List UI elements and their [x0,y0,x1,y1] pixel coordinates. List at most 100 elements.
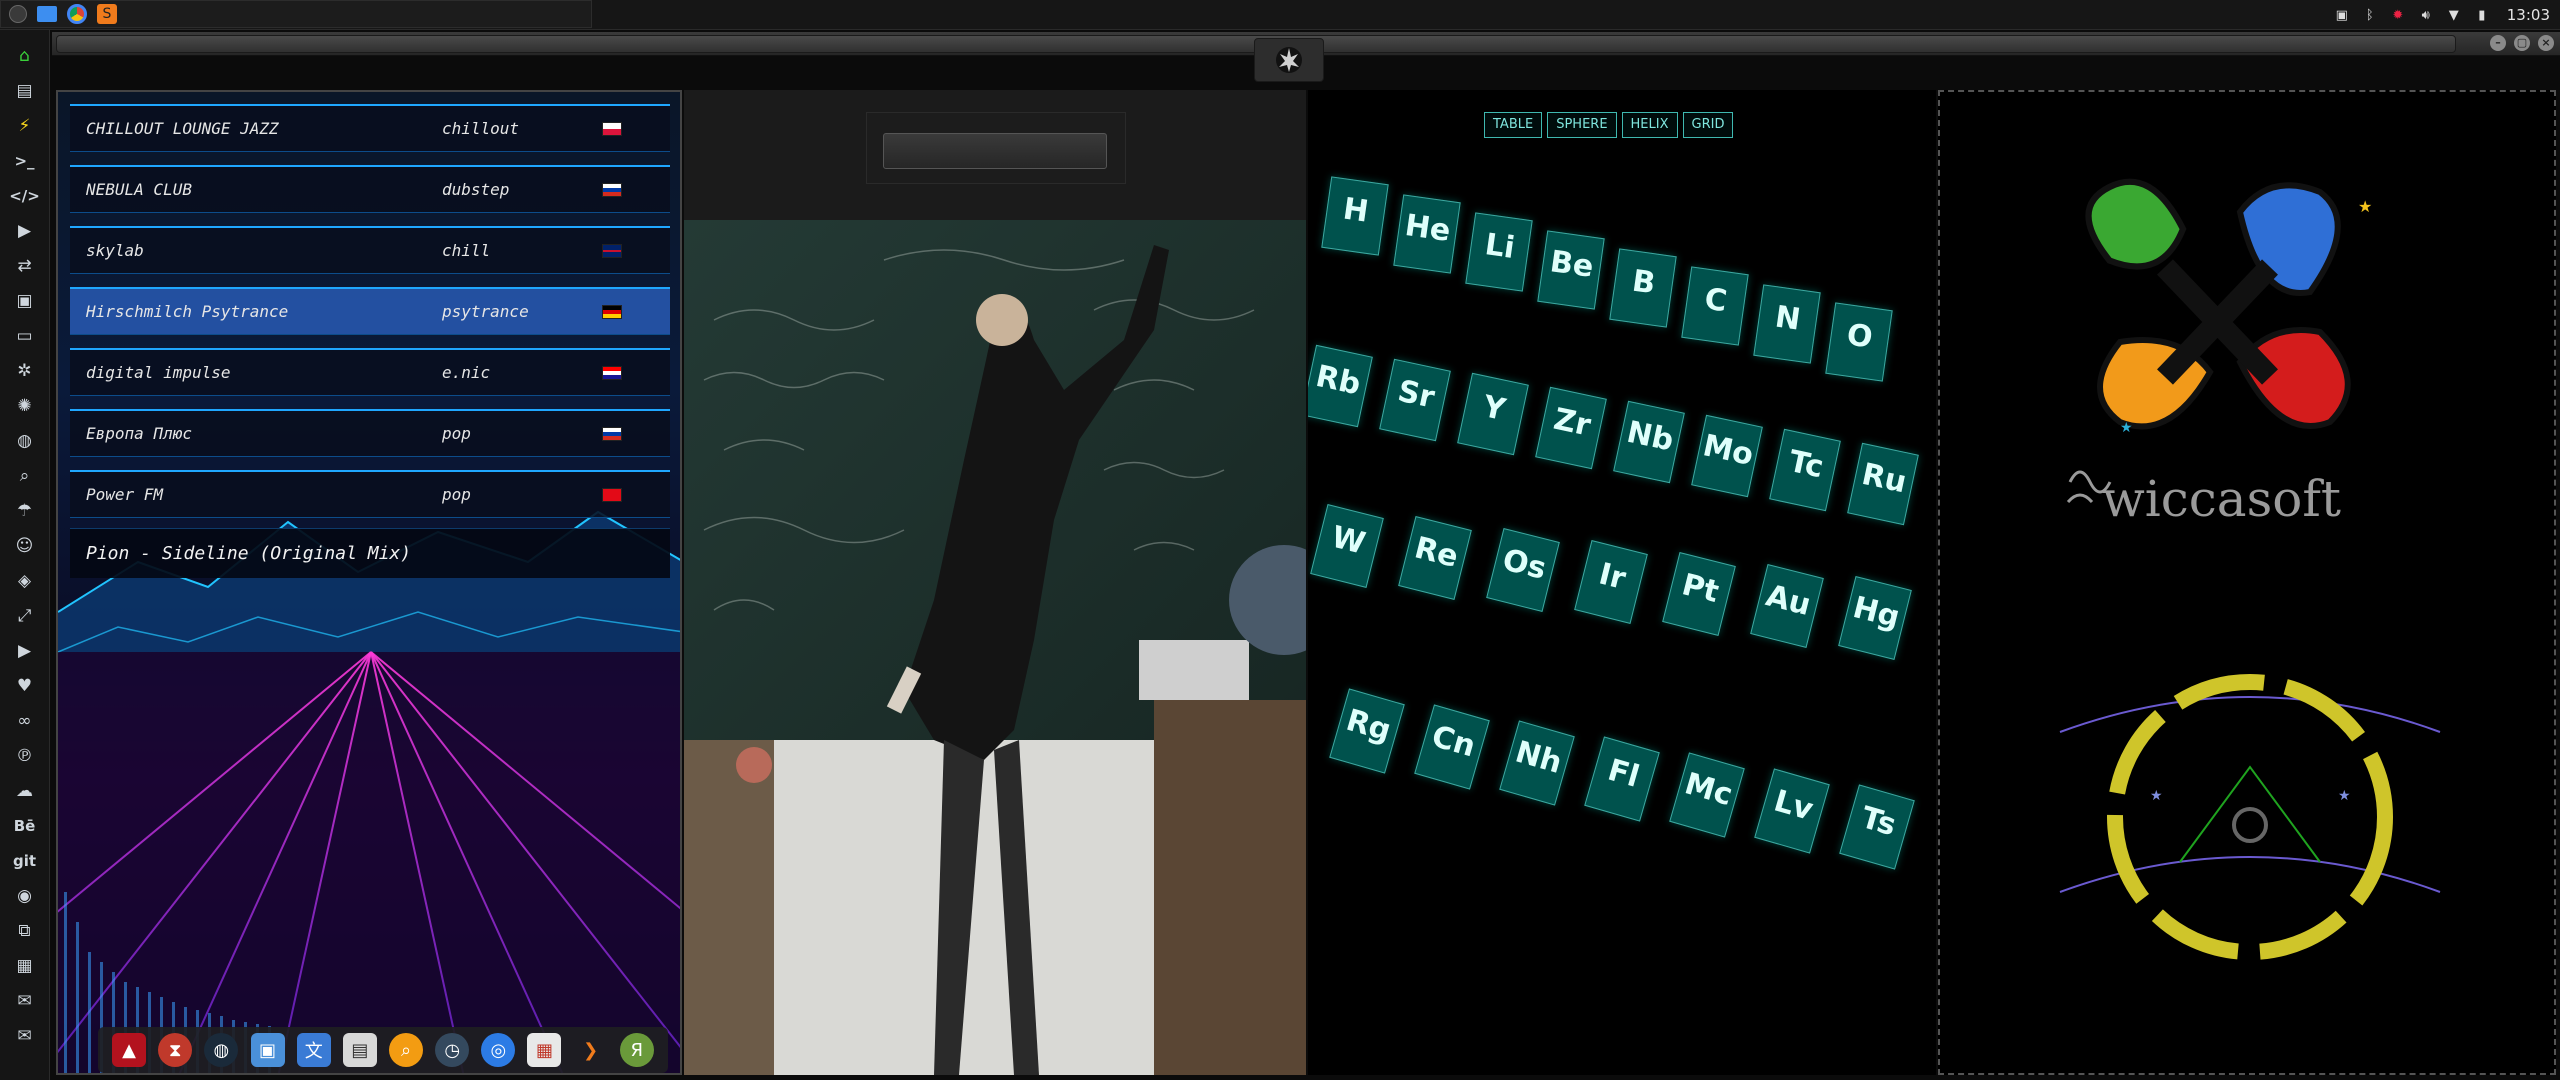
image-icon[interactable]: ▣ [0,283,50,318]
element-tile[interactable]: Hg [1838,576,1912,660]
element-tile[interactable]: Be [1537,230,1605,310]
dropbox-icon[interactable]: ◈ [0,563,50,598]
search-app-icon[interactable]: ⌕ [389,1033,424,1067]
search-icon[interactable]: ⌕ [0,458,50,493]
hourglass-app-icon[interactable]: ⧗ [158,1033,193,1067]
element-tile[interactable]: Rb [1308,344,1373,428]
element-tile[interactable]: Tc [1769,428,1841,512]
openai-icon[interactable]: ✺ [0,388,50,423]
translate-icon[interactable]: ⇄ [0,248,50,283]
image-viewer-app-icon[interactable]: ▣ [250,1033,285,1067]
element-tile[interactable]: Ru [1847,442,1919,526]
element-tile[interactable]: Nb [1613,400,1685,484]
wifi-icon[interactable]: ▼ [2445,6,2463,24]
behance-icon[interactable]: Bē [0,808,50,843]
element-tile[interactable]: Ts [1839,784,1915,870]
flag-icon [602,488,622,502]
element-tile[interactable]: Pt [1662,552,1736,636]
envelope-icon[interactable]: ✉ [0,1018,50,1053]
station-row[interactable]: skylab chill [70,226,670,274]
element-tile[interactable]: N [1753,284,1821,364]
globe-app-icon[interactable]: ◍ [204,1033,239,1067]
heart-icon[interactable]: ♥ [0,668,50,703]
clock-app-icon[interactable]: ◷ [435,1033,470,1067]
station-row[interactable]: Power FM pop [70,470,670,518]
minimize-button[interactable]: – [2490,35,2506,51]
contact-card-icon[interactable]: ▭ [0,318,50,353]
github-icon[interactable]: ◉ [0,878,50,913]
arrow-app-icon[interactable]: ❯ [574,1033,608,1067]
station-row[interactable]: NEBULA CLUB dubstep [70,165,670,213]
calendar-app-icon[interactable]: ▦ [527,1033,562,1067]
station-row[interactable]: CHILLOUT LOUNGE JAZZ chillout [70,104,670,152]
play-icon[interactable]: ▶ [0,213,50,248]
bluetooth-icon[interactable]: ᛒ [2361,6,2379,24]
element-tile[interactable]: Mc [1669,752,1745,838]
grid-view-button[interactable]: GRID [1682,112,1734,138]
expand-icon[interactable]: ⤢ [0,598,50,633]
table-view-button[interactable]: TABLE [1484,112,1543,138]
browser-app-icon[interactable]: ◎ [481,1033,516,1067]
files-icon[interactable] [37,6,57,22]
element-tile[interactable]: Mo [1691,414,1763,498]
element-tile[interactable]: Ir [1574,540,1648,624]
app-menu-icon[interactable] [9,5,27,23]
element-tile[interactable]: Zr [1535,386,1607,470]
translate-app-icon[interactable]: 文 [296,1033,331,1067]
element-tile[interactable]: H [1321,176,1389,256]
element-tile[interactable]: Y [1457,372,1529,456]
youtube-icon[interactable]: ▶ [0,633,50,668]
umbrella-icon[interactable]: ☂ [0,493,50,528]
lastfm-icon[interactable]: ∞ [0,703,50,738]
git-icon[interactable]: git [0,843,50,878]
volume-icon[interactable]: 🔊︎ [2417,6,2435,24]
rebel-emblem-icon[interactable] [1254,38,1324,82]
pdf-app-icon[interactable]: ▲ [112,1033,147,1067]
element-tile[interactable]: W [1310,504,1384,588]
element-tile[interactable]: Cn [1414,704,1490,790]
station-row[interactable]: Европа Плюс pop [70,409,670,457]
bolt-icon[interactable]: ⚡ [0,108,50,143]
element-tile[interactable]: Li [1465,212,1533,292]
browser-icon[interactable] [67,4,87,24]
yandex-app-icon[interactable]: Я [619,1033,654,1067]
terminal-icon[interactable]: >_ [0,143,50,178]
element-tile[interactable]: O [1825,302,1893,382]
home-icon[interactable]: ⌂ [0,38,50,73]
station-row[interactable]: digital impulse e.nic [70,348,670,396]
element-tile[interactable]: He [1393,194,1461,274]
element-tile[interactable]: C [1681,266,1749,346]
helix-view-button[interactable]: HELIX [1621,112,1678,138]
element-tile[interactable]: Rg [1329,688,1405,774]
station-genre: e.nic [442,363,491,382]
battery-icon[interactable]: ▮ [2473,6,2491,24]
element-tile[interactable]: Fl [1584,736,1660,822]
element-tile[interactable]: Re [1398,516,1472,600]
file-icon[interactable]: ▤ [0,73,50,108]
code-icon[interactable]: </> [0,178,50,213]
search-input[interactable] [883,133,1107,169]
editor-icon[interactable]: S [97,4,117,24]
contacts-icon[interactable]: ☺ [0,528,50,563]
element-tile[interactable]: B [1609,248,1677,328]
settings-icon[interactable]: ✲ [0,353,50,388]
station-row[interactable]: Hirschmilch Psytrance psytrance [70,287,670,335]
image-icon[interactable]: ▣ [2333,6,2351,24]
element-tile[interactable]: Sr [1379,358,1451,442]
pinterest-icon[interactable]: ℗ [0,738,50,773]
maximize-button[interactable]: ▢ [2514,35,2530,51]
globe-icon[interactable]: ◍ [0,423,50,458]
cubes-icon[interactable]: ⧉ [0,913,50,948]
close-button[interactable]: × [2538,35,2554,51]
mail-icon[interactable]: ✉ [0,983,50,1018]
element-tile[interactable]: Os [1486,528,1560,612]
element-tile[interactable]: Nh [1499,720,1575,806]
sphere-view-button[interactable]: SPHERE [1547,112,1617,138]
element-tile[interactable]: Au [1750,564,1824,648]
gear-icon[interactable]: ✹ [2389,6,2407,24]
calculator-app-icon[interactable]: ▤ [342,1033,377,1067]
map-icon[interactable]: ▦ [0,948,50,983]
element-tile[interactable]: Lv [1754,768,1830,854]
clock[interactable]: 13:03 [2507,6,2550,24]
cloud-icon[interactable]: ☁ [0,773,50,808]
